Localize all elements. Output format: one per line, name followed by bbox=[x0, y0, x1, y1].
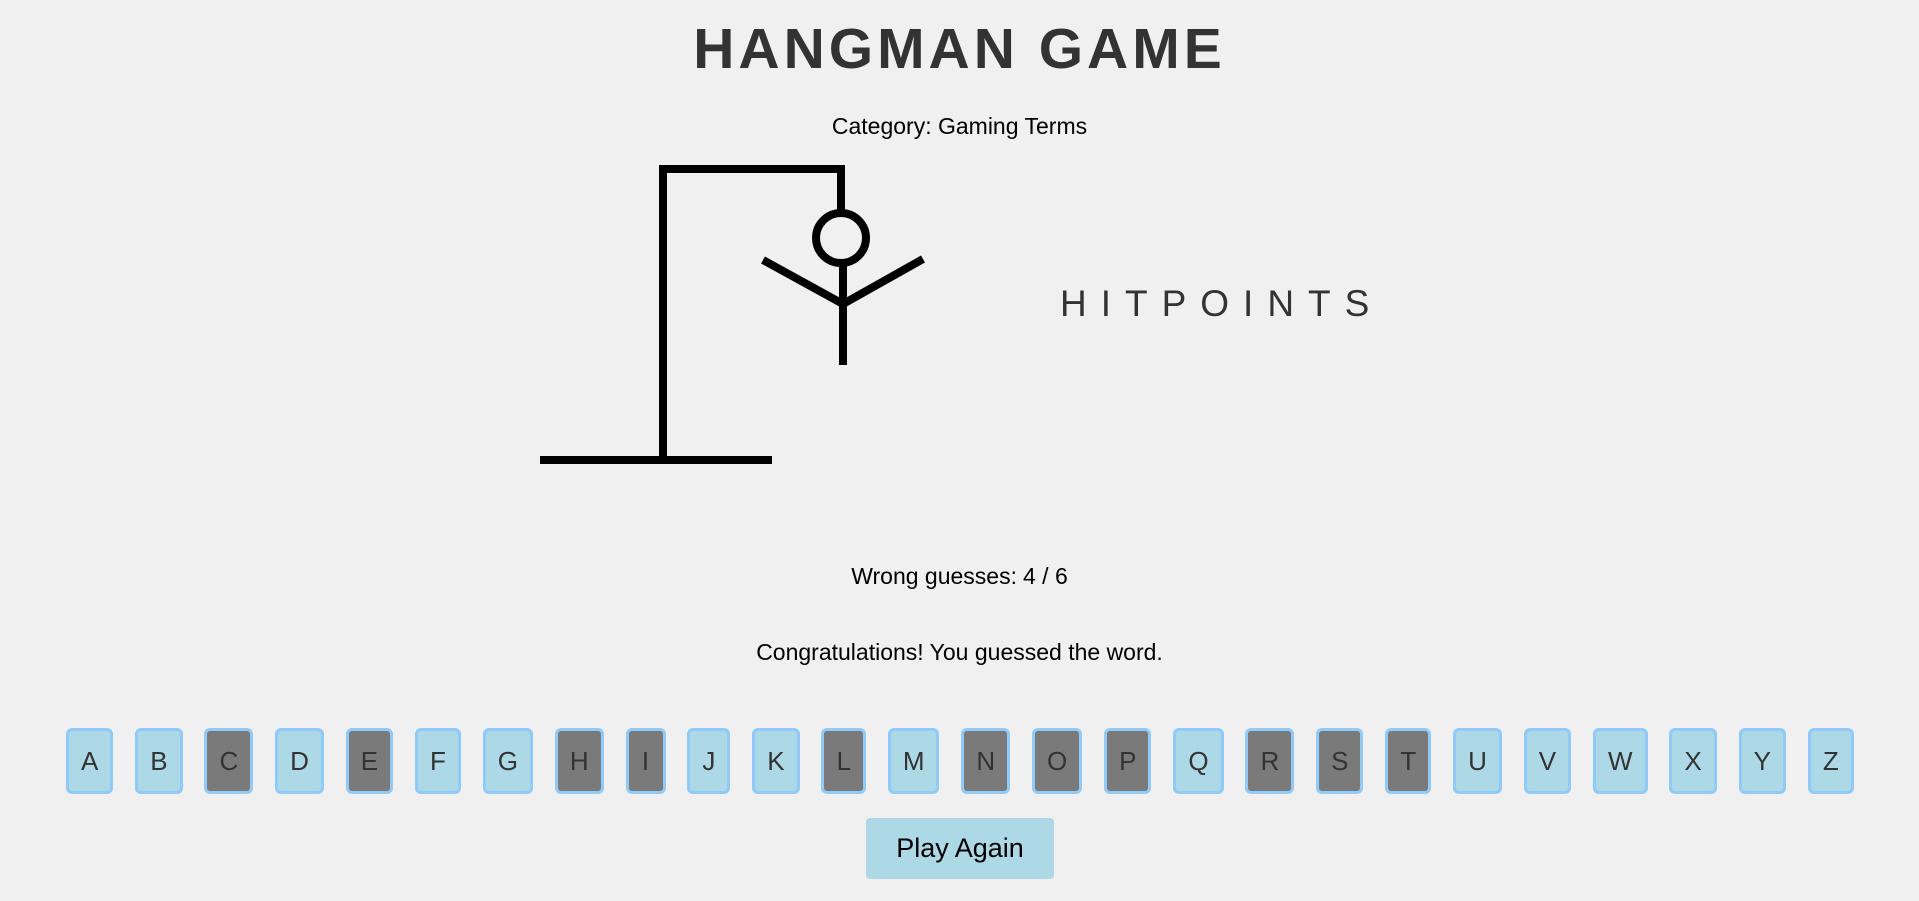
letter-key-k[interactable]: K bbox=[752, 728, 800, 794]
letter-key-q[interactable]: Q bbox=[1173, 728, 1224, 794]
letter-key-g[interactable]: G bbox=[482, 728, 533, 794]
letter-key-p[interactable]: P bbox=[1104, 728, 1152, 794]
letter-key-f[interactable]: F bbox=[414, 728, 461, 794]
category-line: Category: Gaming Terms bbox=[0, 112, 1919, 140]
letter-key-d[interactable]: D bbox=[275, 728, 324, 794]
letter-key-a[interactable]: A bbox=[66, 728, 114, 794]
hangman-page: HANGMAN GAME Category: Gaming Terms HITP… bbox=[0, 0, 1919, 901]
letter-key-j[interactable]: J bbox=[687, 728, 731, 794]
word-display: HITPOINTS bbox=[1060, 283, 1384, 324]
hangman-right-arm bbox=[841, 255, 925, 308]
hangman-head bbox=[812, 209, 870, 267]
wrong-guesses: Wrong guesses: 4 / 6 bbox=[0, 562, 1919, 590]
letter-key-e[interactable]: E bbox=[345, 728, 394, 794]
letter-key-u[interactable]: U bbox=[1453, 728, 1502, 794]
letter-key-b[interactable]: B bbox=[135, 728, 183, 794]
letter-key-m[interactable]: M bbox=[887, 728, 940, 794]
letter-key-v[interactable]: V bbox=[1523, 728, 1572, 794]
result-message: Congratulations! You guessed the word. bbox=[756, 639, 1163, 665]
letter-key-t[interactable]: T bbox=[1385, 728, 1432, 794]
hangman-left-arm bbox=[761, 256, 845, 308]
letter-key-h[interactable]: H bbox=[554, 728, 604, 794]
letter-key-i[interactable]: I bbox=[625, 728, 666, 794]
wrong-guesses-label: Wrong guesses: bbox=[851, 563, 1017, 589]
letter-key-r[interactable]: R bbox=[1245, 728, 1295, 794]
hangman-drawing bbox=[540, 165, 925, 464]
letter-key-l[interactable]: L bbox=[821, 728, 866, 794]
letter-key-n[interactable]: N bbox=[961, 728, 1011, 794]
letter-key-c[interactable]: C bbox=[204, 728, 254, 794]
play-again-button[interactable]: Play Again bbox=[866, 818, 1054, 879]
letter-keyboard: ABCDEFGHIJKLMNOPQRSTUVWXYZ bbox=[66, 728, 1854, 794]
letter-key-s[interactable]: S bbox=[1316, 728, 1364, 794]
letter-key-z[interactable]: Z bbox=[1807, 728, 1854, 794]
wrong-guesses-count: 4 / 6 bbox=[1023, 563, 1068, 589]
letter-key-x[interactable]: X bbox=[1669, 728, 1717, 794]
category-label: Category: bbox=[831, 113, 932, 139]
page-title: HANGMAN GAME bbox=[693, 17, 1226, 81]
letter-key-w[interactable]: W bbox=[1592, 728, 1648, 794]
category-value: Gaming Terms bbox=[937, 113, 1088, 139]
letter-key-y[interactable]: Y bbox=[1738, 728, 1786, 794]
letter-key-o[interactable]: O bbox=[1032, 728, 1083, 794]
